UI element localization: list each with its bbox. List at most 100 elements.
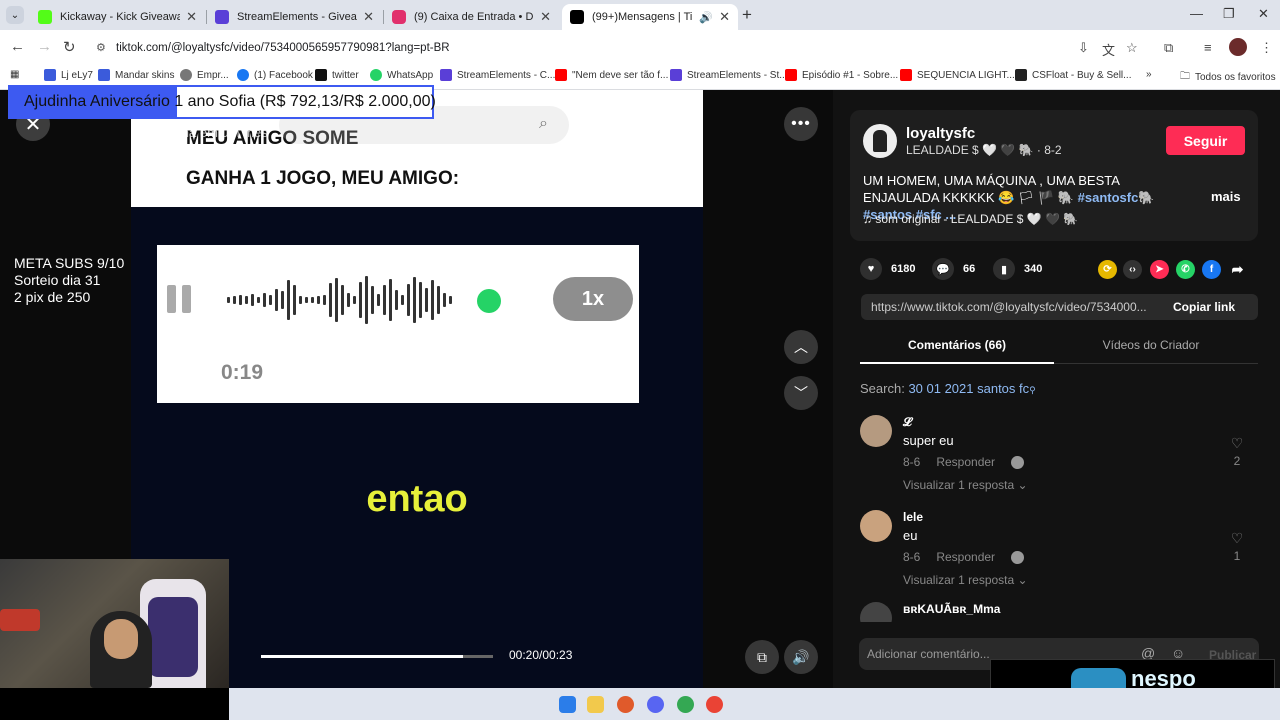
commenter-avatar[interactable] [860,415,892,447]
commenter-name[interactable]: 𝓛 [903,415,912,430]
tab-creator-videos[interactable]: Vídeos do Criador [1054,338,1248,364]
save-button[interactable]: ▮ 340 [993,258,1042,280]
whatsapp-share-icon[interactable]: ✆ [1176,260,1195,279]
comment-like-button[interactable]: ♡ 2 [1228,435,1246,468]
discord-icon[interactable] [647,696,664,713]
bookmark-item[interactable]: Episódio #1 - Sobre... [785,69,898,81]
profile-avatar[interactable] [1229,38,1247,56]
previous-video-icon[interactable]: ︿ [784,330,818,364]
bookmark-item[interactable]: SEQUENCIA LIGHT... [900,69,1015,81]
globe-icon [180,69,192,81]
comment-button[interactable]: 💬 66 [932,258,975,280]
bookmark-item[interactable]: twitter [315,69,359,81]
extensions-icon[interactable]: ⧉ [1164,40,1173,56]
bookmark-label: Episódio #1 - Sobre... [802,69,899,81]
send-icon[interactable]: ➤ [1150,260,1169,279]
author-avatar[interactable] [863,124,897,158]
waveform-bar [389,279,392,321]
bookmark-item[interactable]: StreamElements - St... [670,69,788,81]
back-icon[interactable]: ← [10,38,25,55]
video-link[interactable]: https://www.tiktok.com/@loyaltysfc/video… [871,300,1161,314]
chrome-icon[interactable] [677,696,694,713]
close-tab-icon[interactable]: ✕ [719,9,730,25]
bookmark-item[interactable]: Lj eLy7 [44,69,93,81]
waveform-bar [227,297,230,303]
video-progress-bar[interactable] [261,655,493,658]
music-line[interactable]: ♫ som original - LEALDADE $ 🤍 🖤 🐘 [863,212,1078,226]
menu-kebab-icon[interactable]: ⋮ [1260,40,1273,56]
windows-taskbar [229,688,1280,720]
reply-button[interactable]: Responder [936,455,995,469]
tab-kickaway[interactable]: Kickaway - Kick Giveaway Tool ✕ [30,4,205,30]
follow-button[interactable]: Seguir [1166,126,1245,155]
windows-start-icon[interactable] [559,696,576,713]
view-replies-button[interactable]: Visualizar 1 resposta ⌄ [903,478,1028,492]
app-icon[interactable] [617,696,634,713]
comment-input-placeholder[interactable]: Adicionar comentário... [867,647,990,661]
bookmark-item[interactable]: "Nem deve ser tão f... [555,69,668,81]
comment-like-button[interactable]: ♡ 1 [1228,530,1246,563]
omnibox[interactable]: ⚙ tiktok.com/@loyaltysfc/video/753400056… [88,35,1128,61]
pip-icon[interactable]: ⧉ [745,640,779,674]
waveform-bar [299,296,302,304]
bookmark-item[interactable]: Empr... [180,69,229,81]
next-video-icon[interactable]: ﹀ [784,376,818,410]
media-controls-icon[interactable]: ≡ [1204,40,1212,55]
tab-tiktok[interactable]: (99+)Mensagens | TikTok 🔊 ✕ [562,4,738,30]
file-explorer-icon[interactable] [587,696,604,713]
site-info-icon[interactable]: ⚙ [96,41,106,54]
tab-streamelements[interactable]: StreamElements - Giveaway ✕ [207,4,382,30]
waveform-bar [257,297,260,303]
tab-instagram[interactable]: (9) Caixa de Entrada • Direct ✕ [384,4,559,30]
commenter-name[interactable]: lele [903,510,923,524]
tab-comments[interactable]: Comentários (66) [860,338,1054,364]
heart-icon: ♥ [860,258,882,280]
commenter-avatar[interactable] [860,510,892,542]
translate-icon[interactable]: 文 [1102,40,1115,59]
chrome-profile-icon[interactable] [706,696,723,713]
more-button[interactable]: mais [1211,189,1241,204]
reload-icon[interactable]: ↻ [63,38,76,56]
bookmark-item[interactable]: WhatsApp [370,69,433,81]
bookmark-item[interactable]: Mandar skins [98,69,174,81]
bookmark-label: (1) Facebook [254,69,313,81]
window-close-icon[interactable]: ✕ [1258,6,1269,22]
tab-search-dropdown-icon[interactable]: ⌄ [6,6,24,24]
like-button[interactable]: ♥ 6180 [860,258,915,280]
repost-icon[interactable]: ⟳ [1098,260,1117,279]
bookmark-item[interactable]: StreamElements - C... [440,69,555,81]
all-bookmarks[interactable]: 🗀 Todos os favoritos [1180,69,1276,86]
forward-icon[interactable]: → [37,38,52,55]
embed-icon[interactable]: ‹› [1123,260,1142,279]
share-arrow-icon[interactable]: ➦ [1228,260,1247,279]
more-options-icon[interactable]: ••• [784,107,818,141]
minimize-icon[interactable]: — [1190,6,1203,21]
search-icon[interactable]: ⌕ [539,115,548,133]
commenter-avatar[interactable] [860,602,892,622]
install-app-icon[interactable]: ⇩ [1078,40,1089,56]
url-text[interactable]: tiktok.com/@loyaltysfc/video/75340005659… [116,42,450,54]
more-bookmarks-icon[interactable]: » [1146,69,1152,80]
audio-playing-icon[interactable]: 🔊 [699,11,713,24]
restore-icon[interactable]: ❐ [1223,6,1235,22]
reply-button[interactable]: Responder [936,550,995,564]
bookmark-item[interactable]: (1) Facebook [237,69,313,81]
volume-icon[interactable]: 🔊 [784,640,818,674]
close-tab-icon[interactable]: ✕ [186,9,197,25]
new-tab-button[interactable]: + [742,5,752,25]
author-username[interactable]: loyaltysfc [906,125,975,142]
apps-grid-icon[interactable]: ▦ [10,69,19,80]
bookmark-star-icon[interactable]: ☆ [1126,40,1138,56]
search-query[interactable]: 30 01 2021 santos fc [908,381,1029,396]
copy-link-button[interactable]: Copiar link [1173,300,1235,314]
view-replies-button[interactable]: Visualizar 1 resposta ⌄ [903,573,1028,587]
bookmark-item[interactable]: CSFloat - Buy & Sell... [1015,69,1131,81]
close-tab-icon[interactable]: ✕ [540,9,551,25]
video-progress-fill [261,655,463,658]
close-tab-icon[interactable]: ✕ [363,9,374,25]
facebook-share-icon[interactable]: f [1202,260,1221,279]
streamelements-icon [98,69,110,81]
related-search[interactable]: Search: 30 01 2021 santos fc⚲ [860,381,1036,396]
waveform-bar [443,293,446,307]
commenter-name[interactable]: ʙʀKAUÃʙʀ_Mma [903,602,1000,616]
